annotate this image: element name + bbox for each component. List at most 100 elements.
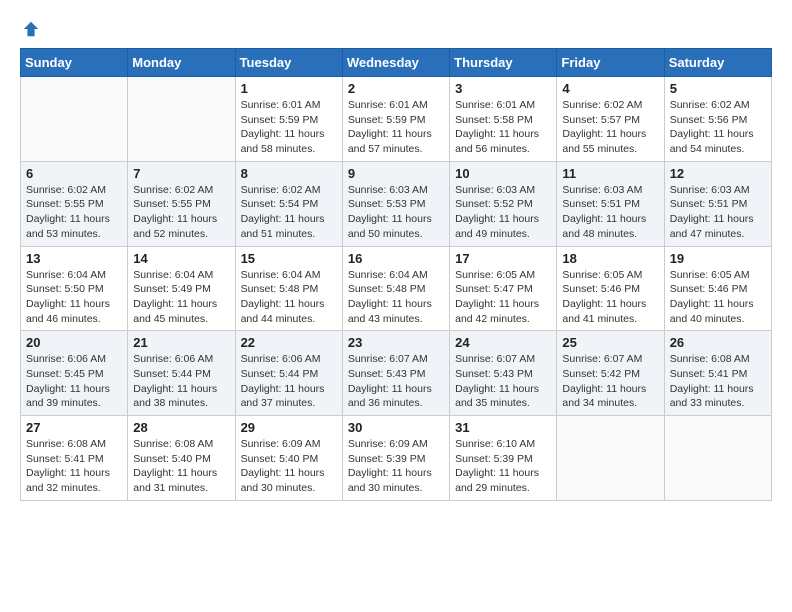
day-number: 3 [455,81,551,96]
day-number: 25 [562,335,658,350]
calendar-cell: 23 Sunrise: 6:07 AM Sunset: 5:43 PM Dayli… [342,331,449,416]
calendar-week-row: 27Sunrise: 6:08 AM Sunset: 5:41 PM Dayli… [21,416,772,501]
cell-content: Sunrise: 6:08 AM Sunset: 5:41 PM Dayligh… [670,352,766,411]
day-number: 1 [241,81,337,96]
calendar-header-row: SundayMondayTuesdayWednesdayThursdayFrid… [21,49,772,77]
cell-content: Sunrise: 6:01 AM Sunset: 5:58 PM Dayligh… [455,98,551,157]
calendar-cell: 16 Sunrise: 6:04 AM Sunset: 5:48 PM Dayli… [342,246,449,331]
cell-content: Sunrise: 6:02 AM Sunset: 5:56 PM Dayligh… [670,98,766,157]
calendar-cell: 1 Sunrise: 6:01 AM Sunset: 5:59 PM Daylig… [235,77,342,162]
cell-content: Sunrise: 6:05 AM Sunset: 5:47 PM Dayligh… [455,268,551,327]
calendar-week-row: 20Sunrise: 6:06 AM Sunset: 5:45 PM Dayli… [21,331,772,416]
calendar-week-row: 13 Sunrise: 6:04 AM Sunset: 5:50 PM Dayli… [21,246,772,331]
day-of-week-header: Tuesday [235,49,342,77]
day-number: 5 [670,81,766,96]
calendar-cell: 5 Sunrise: 6:02 AM Sunset: 5:56 PM Daylig… [664,77,771,162]
calendar-table: SundayMondayTuesdayWednesdayThursdayFrid… [20,48,772,501]
cell-content: Sunrise: 6:10 AM Sunset: 5:39 PM Dayligh… [455,437,551,496]
calendar-cell: 9 Sunrise: 6:03 AM Sunset: 5:53 PM Daylig… [342,161,449,246]
calendar-cell: 26 Sunrise: 6:08 AM Sunset: 5:41 PM Dayli… [664,331,771,416]
cell-content: Sunrise: 6:04 AM Sunset: 5:50 PM Dayligh… [26,268,122,327]
logo [20,20,40,38]
day-number: 6 [26,166,122,181]
cell-content: Sunrise: 6:07 AM Sunset: 5:43 PM Dayligh… [455,352,551,411]
cell-content: Sunrise: 6:02 AM Sunset: 5:55 PM Dayligh… [26,183,122,242]
day-number: 10 [455,166,551,181]
calendar-cell: 31Sunrise: 6:10 AM Sunset: 5:39 PM Dayli… [450,416,557,501]
cell-content: Sunrise: 6:02 AM Sunset: 5:57 PM Dayligh… [562,98,658,157]
cell-content: Sunrise: 6:04 AM Sunset: 5:49 PM Dayligh… [133,268,229,327]
calendar-cell: 7Sunrise: 6:02 AM Sunset: 5:55 PM Daylig… [128,161,235,246]
calendar-cell: 8 Sunrise: 6:02 AM Sunset: 5:54 PM Daylig… [235,161,342,246]
day-number: 29 [241,420,337,435]
calendar-cell: 14 Sunrise: 6:04 AM Sunset: 5:49 PM Dayli… [128,246,235,331]
cell-content: Sunrise: 6:08 AM Sunset: 5:40 PM Dayligh… [133,437,229,496]
day-number: 22 [241,335,337,350]
cell-content: Sunrise: 6:07 AM Sunset: 5:43 PM Dayligh… [348,352,444,411]
calendar-cell: 15 Sunrise: 6:04 AM Sunset: 5:48 PM Dayli… [235,246,342,331]
cell-content: Sunrise: 6:03 AM Sunset: 5:53 PM Dayligh… [348,183,444,242]
day-of-week-header: Friday [557,49,664,77]
logo-icon [22,20,40,38]
cell-content: Sunrise: 6:09 AM Sunset: 5:40 PM Dayligh… [241,437,337,496]
day-number: 17 [455,251,551,266]
calendar-cell: 17 Sunrise: 6:05 AM Sunset: 5:47 PM Dayli… [450,246,557,331]
calendar-cell [664,416,771,501]
calendar-week-row: 6 Sunrise: 6:02 AM Sunset: 5:55 PM Daylig… [21,161,772,246]
calendar-cell: 12 Sunrise: 6:03 AM Sunset: 5:51 PM Dayli… [664,161,771,246]
calendar-cell: 24 Sunrise: 6:07 AM Sunset: 5:43 PM Dayli… [450,331,557,416]
day-number: 15 [241,251,337,266]
cell-content: Sunrise: 6:04 AM Sunset: 5:48 PM Dayligh… [348,268,444,327]
day-number: 18 [562,251,658,266]
day-number: 24 [455,335,551,350]
day-number: 13 [26,251,122,266]
day-of-week-header: Sunday [21,49,128,77]
cell-content: Sunrise: 6:08 AM Sunset: 5:41 PM Dayligh… [26,437,122,496]
day-of-week-header: Saturday [664,49,771,77]
cell-content: Sunrise: 6:01 AM Sunset: 5:59 PM Dayligh… [241,98,337,157]
calendar-cell: 18Sunrise: 6:05 AM Sunset: 5:46 PM Dayli… [557,246,664,331]
cell-content: Sunrise: 6:06 AM Sunset: 5:44 PM Dayligh… [133,352,229,411]
cell-content: Sunrise: 6:04 AM Sunset: 5:48 PM Dayligh… [241,268,337,327]
cell-content: Sunrise: 6:02 AM Sunset: 5:55 PM Dayligh… [133,183,229,242]
calendar-cell: 30 Sunrise: 6:09 AM Sunset: 5:39 PM Dayli… [342,416,449,501]
calendar-cell: 25 Sunrise: 6:07 AM Sunset: 5:42 PM Dayli… [557,331,664,416]
cell-content: Sunrise: 6:06 AM Sunset: 5:45 PM Dayligh… [26,352,122,411]
day-number: 28 [133,420,229,435]
calendar-cell: 13 Sunrise: 6:04 AM Sunset: 5:50 PM Dayli… [21,246,128,331]
calendar-cell: 4Sunrise: 6:02 AM Sunset: 5:57 PM Daylig… [557,77,664,162]
calendar-cell: 21Sunrise: 6:06 AM Sunset: 5:44 PM Dayli… [128,331,235,416]
day-number: 11 [562,166,658,181]
calendar-cell: 2Sunrise: 6:01 AM Sunset: 5:59 PM Daylig… [342,77,449,162]
day-number: 14 [133,251,229,266]
day-of-week-header: Monday [128,49,235,77]
cell-content: Sunrise: 6:03 AM Sunset: 5:51 PM Dayligh… [670,183,766,242]
day-number: 9 [348,166,444,181]
cell-content: Sunrise: 6:03 AM Sunset: 5:52 PM Dayligh… [455,183,551,242]
calendar-week-row: 1 Sunrise: 6:01 AM Sunset: 5:59 PM Daylig… [21,77,772,162]
cell-content: Sunrise: 6:09 AM Sunset: 5:39 PM Dayligh… [348,437,444,496]
calendar-cell: 20Sunrise: 6:06 AM Sunset: 5:45 PM Dayli… [21,331,128,416]
day-number: 26 [670,335,766,350]
calendar-cell: 28 Sunrise: 6:08 AM Sunset: 5:40 PM Dayli… [128,416,235,501]
calendar-cell: 19 Sunrise: 6:05 AM Sunset: 5:46 PM Dayli… [664,246,771,331]
calendar-cell: 6 Sunrise: 6:02 AM Sunset: 5:55 PM Daylig… [21,161,128,246]
calendar-cell: 11Sunrise: 6:03 AM Sunset: 5:51 PM Dayli… [557,161,664,246]
day-number: 19 [670,251,766,266]
page-header [20,20,772,38]
day-number: 23 [348,335,444,350]
day-number: 12 [670,166,766,181]
day-of-week-header: Wednesday [342,49,449,77]
calendar-cell: 29 Sunrise: 6:09 AM Sunset: 5:40 PM Dayli… [235,416,342,501]
calendar-cell [21,77,128,162]
cell-content: Sunrise: 6:02 AM Sunset: 5:54 PM Dayligh… [241,183,337,242]
cell-content: Sunrise: 6:07 AM Sunset: 5:42 PM Dayligh… [562,352,658,411]
day-number: 30 [348,420,444,435]
cell-content: Sunrise: 6:05 AM Sunset: 5:46 PM Dayligh… [670,268,766,327]
calendar-cell: 22Sunrise: 6:06 AM Sunset: 5:44 PM Dayli… [235,331,342,416]
day-number: 8 [241,166,337,181]
calendar-cell: 10 Sunrise: 6:03 AM Sunset: 5:52 PM Dayli… [450,161,557,246]
day-number: 16 [348,251,444,266]
day-number: 2 [348,81,444,96]
calendar-cell [128,77,235,162]
